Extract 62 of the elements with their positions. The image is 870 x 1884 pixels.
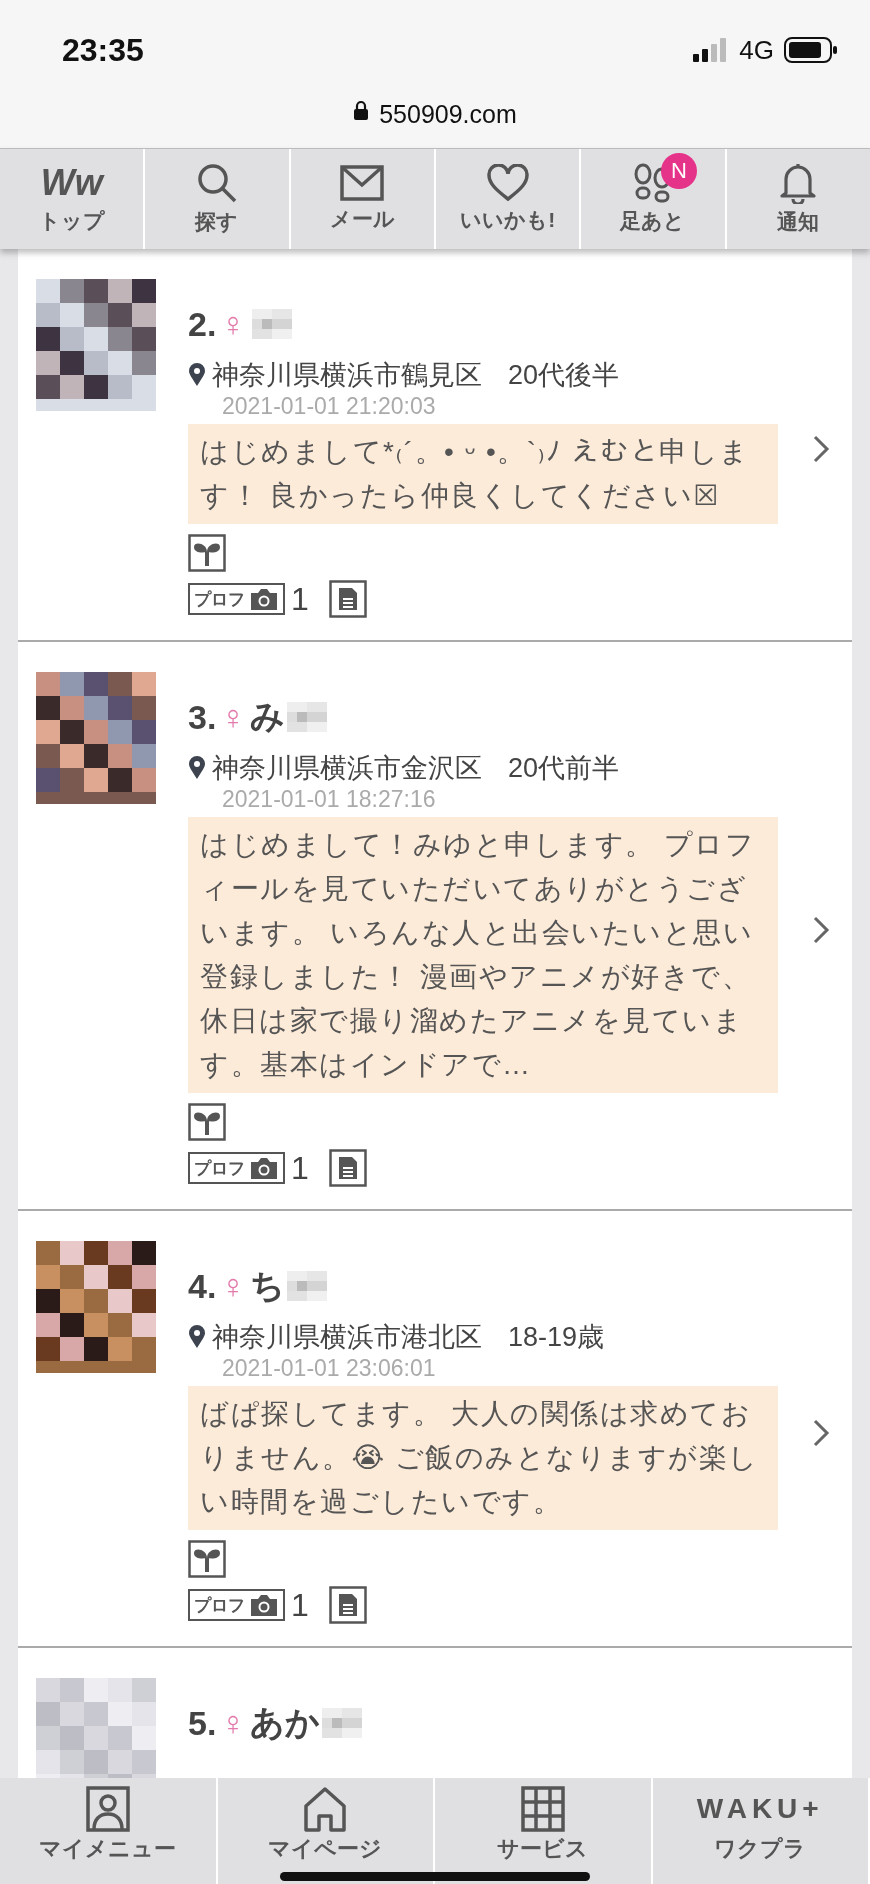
location-pin-icon — [188, 1325, 206, 1349]
logo-text: WAKU+ — [696, 1792, 824, 1826]
battery-icon — [784, 37, 838, 63]
profile-number: 2. — [188, 304, 217, 344]
document-icon — [328, 1586, 367, 1624]
profile-number: 3. — [188, 697, 217, 737]
photo-count: 1 — [291, 1586, 309, 1624]
female-symbol: ♀ — [220, 304, 246, 344]
profile-name: あか — [249, 1702, 320, 1743]
age-text: 20代前半 — [508, 752, 620, 785]
logo-text: Ww — [40, 163, 103, 203]
message-text: はじめまして！みゆと申します。 プロフィールを見ていただいてありがとうございます。 いろんな人と出会いたいと思い登録しました！ 漫画やアニメが好きで、休日は家で撮り溜めたアニメを見ています。基本はインドアで… — [188, 817, 778, 1093]
badge-label: プロフ — [194, 1157, 245, 1180]
search-icon — [196, 162, 238, 204]
nav-tab[interactable]: マイメニュー — [0, 1778, 218, 1884]
grid-icon — [520, 1786, 565, 1832]
person-icon — [85, 1786, 130, 1832]
profile-number: 4. — [188, 1266, 217, 1306]
sprout-icon — [188, 534, 226, 572]
location-pin-icon — [188, 363, 206, 387]
sprout-icon — [188, 1103, 226, 1141]
female-symbol: ♀ — [220, 1266, 246, 1306]
chevron-icon[interactable] — [812, 433, 830, 464]
document-icon — [328, 580, 367, 618]
status-time: 23:35 — [62, 31, 144, 69]
female-symbol: ♀ — [220, 1703, 246, 1743]
nav-tab[interactable]: WAKU+ ワクプラ — [652, 1778, 870, 1884]
document-icon — [328, 1149, 367, 1187]
location-text: 神奈川県横浜市港北区 — [212, 1321, 482, 1354]
photo-count: 1 — [291, 580, 309, 618]
heart-icon — [486, 164, 529, 202]
badge-label: プロフ — [194, 588, 245, 611]
post-date: 2021-01-01 21:20:03 — [222, 393, 436, 420]
photo-count: 1 — [291, 1149, 309, 1187]
home-icon — [303, 1786, 348, 1832]
nav-tab[interactable]: 通知 — [726, 149, 870, 249]
camera-icon — [249, 1593, 279, 1617]
profile-name: み — [249, 696, 285, 737]
network-label: 4G — [739, 34, 774, 66]
mail-icon — [340, 165, 385, 201]
profile-number: 5. — [188, 1703, 217, 1743]
age-text: 18-19歳 — [508, 1321, 605, 1354]
camera-icon — [249, 587, 279, 611]
post-date: 2021-01-01 23:06:01 — [222, 1355, 436, 1382]
age-text: 20代後半 — [508, 359, 620, 392]
female-symbol: ♀ — [220, 697, 246, 737]
chevron-icon[interactable] — [812, 914, 830, 945]
message-text: ばぱ探してます。 大人の関係は求めておりません。😭 ご飯のみとなりますが楽しい時間を過ごしたいです。 — [188, 1386, 778, 1530]
notification-badge: N — [660, 153, 697, 189]
location-pin-icon — [188, 756, 206, 780]
message-text: はじめまして*₍´。• ᵕ •。`₎ﾉ えむと申します！ 良かったら仲良くしてください☒ — [188, 424, 778, 524]
sprout-icon — [188, 1540, 226, 1578]
badge-label: プロフ — [194, 1594, 245, 1617]
post-date: 2021-01-01 18:27:16 — [222, 786, 436, 813]
bell-icon — [779, 162, 818, 204]
location-text: 神奈川県横浜市鶴見区 — [212, 359, 482, 392]
lock-icon — [353, 100, 370, 120]
chevron-icon[interactable] — [812, 1417, 830, 1448]
url-text: 550909.com — [379, 100, 517, 129]
profile-name: ち — [249, 1265, 285, 1306]
location-text: 神奈川県横浜市金沢区 — [212, 752, 482, 785]
camera-icon — [249, 1156, 279, 1180]
